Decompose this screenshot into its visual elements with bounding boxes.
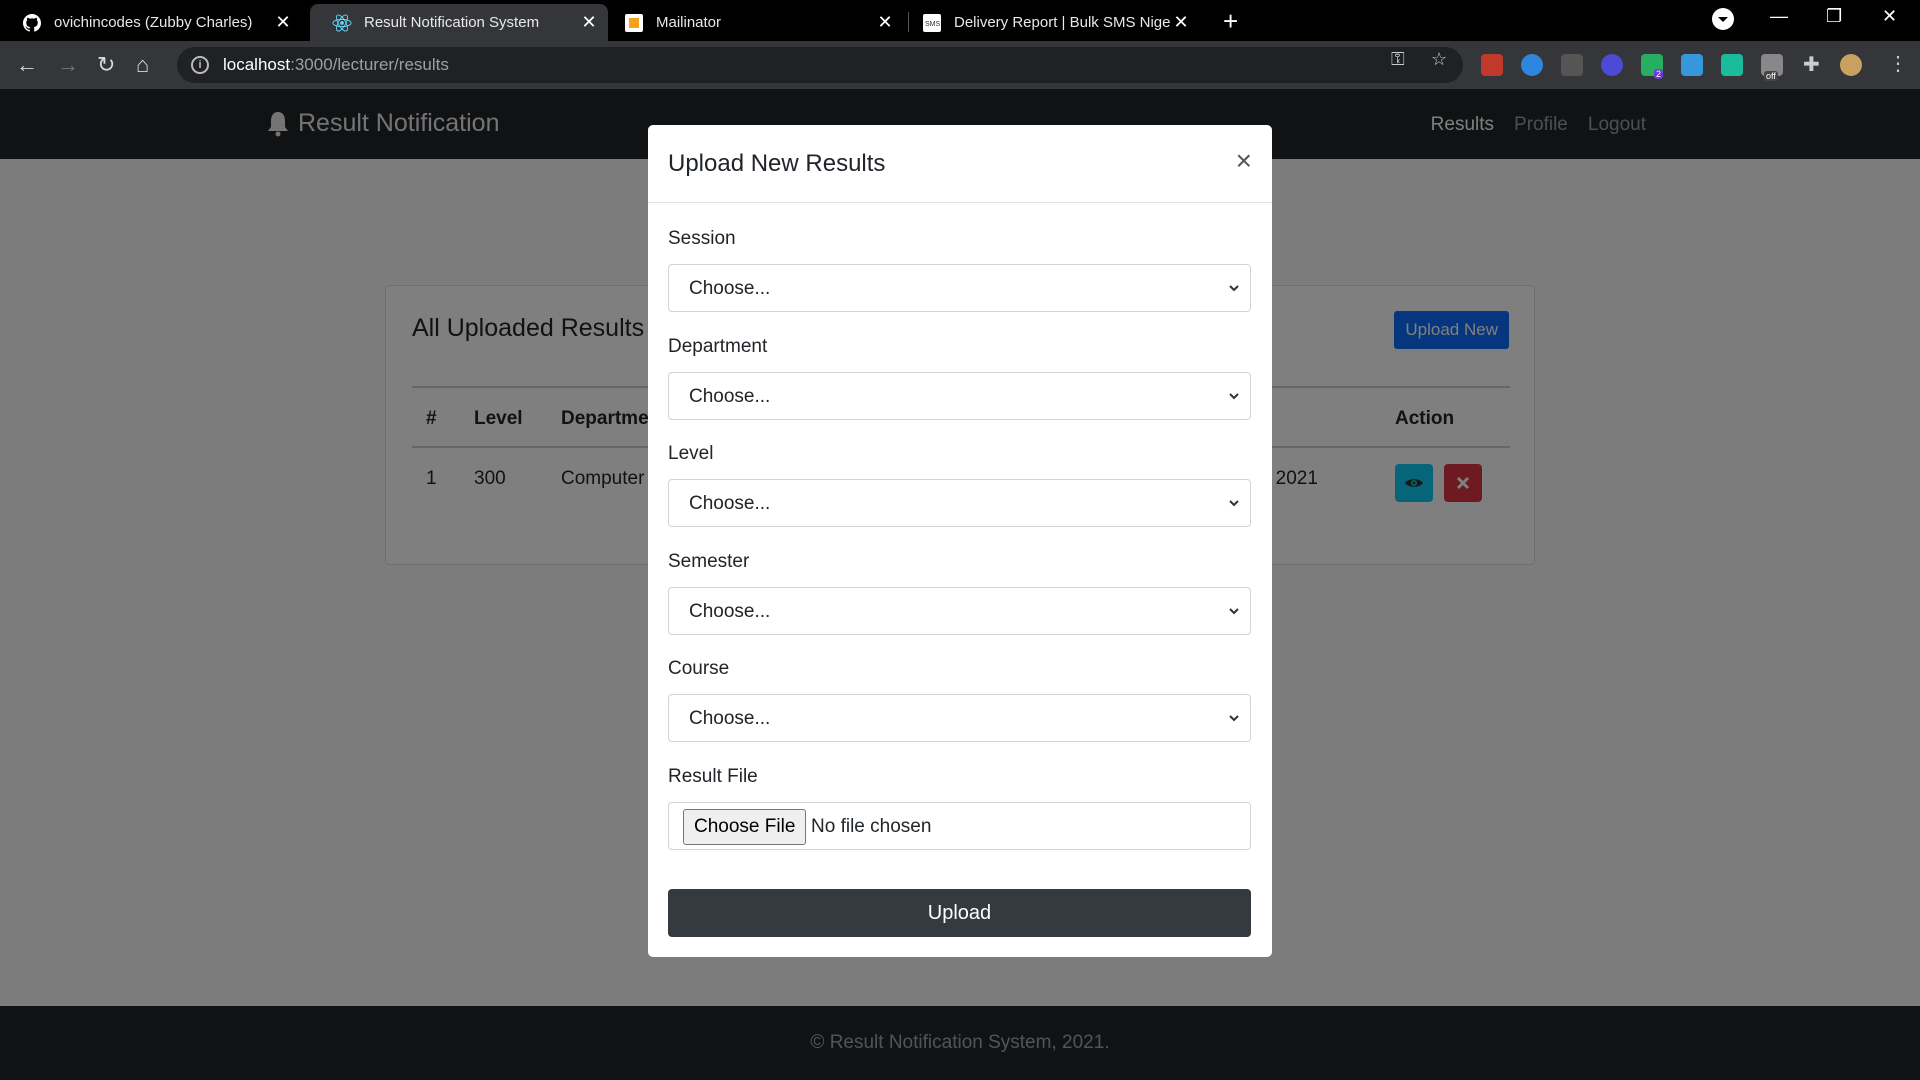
result-file-label: Result File — [668, 766, 758, 787]
browser-toolbar: ← → ↻ ⌂ i localhost:3000/lecturer/result… — [0, 41, 1920, 89]
close-icon[interactable]: × — [1236, 147, 1252, 175]
chevron-down-icon — [1229, 393, 1239, 400]
new-tab-button[interactable]: + — [1223, 6, 1238, 37]
key-icon[interactable]: ⚿ — [1391, 49, 1405, 70]
modal-header: Upload New Results × — [648, 125, 1272, 203]
semester-select[interactable]: Choose... — [668, 587, 1251, 635]
close-window-icon[interactable]: ✕ — [1882, 6, 1897, 27]
avatar[interactable] — [1840, 54, 1862, 76]
browser-tab-strip: ovichincodes (Zubby Charles) ✕ Result No… — [0, 0, 1920, 41]
chevron-down-icon — [1229, 608, 1239, 615]
tab-title: Result Notification System — [364, 14, 540, 31]
level-select[interactable]: Choose... — [668, 479, 1251, 527]
address-bar[interactable]: i localhost:3000/lecturer/results — [177, 47, 1463, 83]
extension-icon[interactable] — [1721, 54, 1743, 76]
extension-icon[interactable] — [1561, 54, 1583, 76]
upload-results-modal: Upload New Results × Session Choose... D… — [648, 125, 1272, 957]
course-value: Choose... — [689, 708, 771, 729]
level-label: Level — [668, 443, 714, 464]
extension-icon[interactable] — [1681, 54, 1703, 76]
puzzle-icon[interactable]: ✚ — [1803, 52, 1820, 77]
tab-title: ovichincodes (Zubby Charles) — [54, 14, 253, 31]
bookmark-star-icon[interactable]: ☆ — [1431, 49, 1447, 70]
department-value: Choose... — [689, 386, 771, 407]
chevron-down-icon — [1229, 285, 1239, 292]
tab-title: Mailinator — [656, 14, 722, 31]
course-select[interactable]: Choose... — [668, 694, 1251, 742]
globe-extension-icon[interactable] — [1521, 54, 1543, 76]
tab-title: Delivery Report | Bulk SMS Nigeri — [954, 14, 1170, 31]
extension-icon[interactable] — [1601, 54, 1623, 76]
choose-file-button[interactable]: Choose File — [683, 809, 807, 845]
file-status: No file chosen — [811, 816, 932, 837]
level-value: Choose... — [689, 493, 771, 514]
minimize-icon[interactable]: — — [1770, 6, 1788, 27]
tab-delivery-report[interactable]: SMS Delivery Report | Bulk SMS Nigeri ✕ — [900, 4, 1200, 41]
url-text: localhost:3000/lecturer/results — [223, 55, 449, 74]
reload-icon[interactable]: ↻ — [97, 53, 115, 77]
site-info-icon[interactable]: i — [191, 56, 209, 74]
close-tab-icon[interactable]: ✕ — [874, 12, 896, 33]
course-label: Course — [668, 658, 730, 679]
session-value: Choose... — [689, 278, 771, 299]
close-tab-icon[interactable]: ✕ — [1170, 12, 1192, 33]
semester-value: Choose... — [689, 601, 771, 622]
close-tab-icon[interactable]: ✕ — [578, 12, 600, 33]
react-icon — [332, 13, 352, 33]
home-icon[interactable]: ⌂ — [136, 53, 149, 77]
upload-button[interactable]: Upload — [668, 889, 1251, 937]
modal-title: Upload New Results — [668, 150, 886, 177]
session-select[interactable]: Choose... — [668, 264, 1251, 312]
back-icon[interactable]: ← — [16, 53, 38, 77]
department-select[interactable]: Choose... — [668, 372, 1251, 420]
chevron-down-icon — [1229, 715, 1239, 722]
extension-badge: off — [1764, 71, 1778, 81]
semester-label: Semester — [668, 551, 750, 572]
department-label: Department — [668, 336, 768, 357]
tab-mailinator[interactable]: Mailinator ✕ — [602, 4, 904, 41]
github-icon — [22, 13, 42, 33]
restore-icon[interactable]: ❐ — [1826, 6, 1842, 27]
result-file-input[interactable]: Choose File No file chosen — [668, 802, 1251, 850]
profile-dropdown-icon[interactable] — [1712, 8, 1734, 30]
svg-text:SMS: SMS — [925, 21, 941, 28]
tab-github[interactable]: ovichincodes (Zubby Charles) ✕ — [0, 4, 302, 41]
forward-icon[interactable]: → — [57, 53, 79, 77]
tab-result-notification[interactable]: Result Notification System ✕ — [310, 4, 608, 41]
sms-icon: SMS — [922, 13, 942, 33]
extension-badge: 2 — [1654, 69, 1664, 79]
mailinator-icon — [624, 13, 644, 33]
menu-dots-icon[interactable]: ⋮ — [1888, 51, 1908, 76]
session-label: Session — [668, 228, 736, 249]
chevron-down-icon — [1229, 500, 1239, 507]
extension-icon[interactable] — [1481, 54, 1503, 76]
close-tab-icon[interactable]: ✕ — [272, 12, 294, 33]
